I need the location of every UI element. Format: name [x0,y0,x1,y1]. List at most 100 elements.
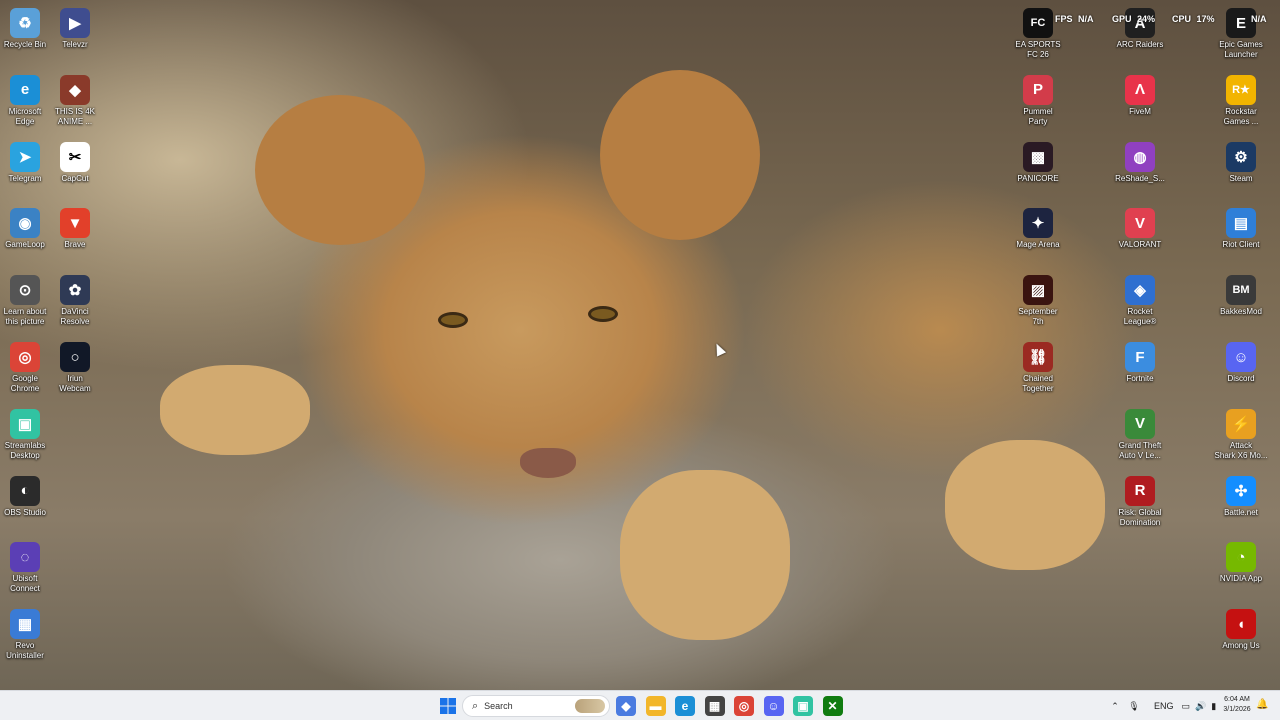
clock[interactable]: 6:04 AM 3/1/2026 [1220,695,1254,715]
desktop-icon-steam[interactable]: ⚙ Steam [1211,141,1271,184]
edge-icon: e [10,74,40,105]
streamlabs-taskbar-icon[interactable]: ▣ [793,696,813,716]
risk-icon: R [1125,475,1155,506]
microphone-icon[interactable]: 🎙 [1128,701,1140,712]
desktop-icon-risk[interactable]: R Risk: Global Domination [1110,475,1170,528]
desktop-icon-attack-shark[interactable]: ⚡ Attack Shark X6 Mo... [1211,408,1271,461]
desktop-icon-rockstar[interactable]: R★ Rockstar Games ... [1211,74,1271,127]
chrome-taskbar-icon[interactable]: ◎ [734,696,754,716]
desktop-icon-label: Battle.net [1224,507,1258,517]
desktop-icon-label: NVIDIA App [1219,574,1263,584]
search-icon: ⌕ [472,699,479,712]
start-button[interactable] [438,696,458,716]
desktop-icon-label: THIS IS 4K ANIME ... [54,106,95,126]
lion-left-eye [438,312,468,328]
taskbar-search[interactable]: ⌕ Search [462,695,610,717]
desktop-icon-televzr[interactable]: ▶ Televzr [45,8,105,50]
brave-icon: ▼ [60,208,90,239]
lion-right-paw [620,470,790,640]
show-hidden-icons-button[interactable]: ⌃ [1108,701,1122,712]
desktop-icon-bakkesmod[interactable]: BM BakkesMod [1211,275,1271,317]
desktop-icon-reshade[interactable]: ◍ ReShade_S... [1110,141,1170,184]
desktop-icon-discord[interactable]: ☺ Discord [1211,342,1271,384]
rockstar-icon: R★ [1226,74,1256,105]
desktop-icon-fortnite[interactable]: F Fortnite [1110,342,1170,384]
store-icon[interactable]: ▦ [704,696,725,716]
desktop-icon-valorant[interactable]: V VALORANT [1110,208,1170,250]
fps-value: N/A [1078,14,1094,24]
desktop-icon-label: OBS Studio [4,507,46,517]
desktop-icon-anime-folder[interactable]: ◆ THIS IS 4K ANIME ... [45,74,105,127]
desktop-icon-riot-client[interactable]: ▤ Riot Client [1211,208,1271,250]
desktop-icon-label: Rocket League® [1123,307,1157,327]
desktop-icon-streamlabs[interactable]: ▣ Streamlabs Desktop [0,408,55,461]
cpu-label: CPU [1172,14,1192,24]
desktop-icon-battlenet[interactable]: ✣ Battle.net [1211,475,1271,518]
gpu-label: GPU [1112,14,1132,24]
edge-taskbar-icon[interactable]: e [675,696,695,716]
desktop-icon-ubisoft[interactable]: ◌ Ubisoft Connect [0,542,55,594]
recycle-bin-icon: ♻ [10,8,40,38]
capcut-icon: ✂ [60,141,90,172]
language-indicator[interactable]: ENG [1154,701,1174,711]
desktop-icon-rocket-league[interactable]: ◈ Rocket League® [1110,275,1170,327]
desktop-icon-label: Discord [1227,374,1255,383]
search-highlight-icon [575,699,605,713]
desktop-icon-september-7th[interactable]: ▨ September 7th [1008,275,1068,327]
discord-icon: ☺ [1226,342,1256,372]
televzr-icon: ▶ [60,8,90,38]
desktop-icon-label: Televzr [62,40,88,49]
taskbar: ⌕ Search ◆ ▬ e ▦ ◎ ☺ ▣ ✕ ⌃ 🎙 ENG ▭ 🔊 ▮ 6:04 AM … [0,690,1280,720]
desktop-icon-label: ReShade_S... [1115,173,1165,183]
desktop-icon-label: EA SPORTS FC 26 [1015,40,1061,59]
desktop-icon-pummel-party[interactable]: P Pummel Party [1008,74,1068,127]
desktop-icon-obs[interactable]: ◐ OBS Studio [0,475,55,518]
desktop-icon-label: ARC Raiders [1116,40,1164,49]
copilot-icon[interactable]: ◆ [616,696,636,716]
pummel-party-icon: P [1023,74,1053,105]
file-explorer-icon[interactable]: ▬ [645,696,666,716]
nvidia-icon: ◔ [1226,542,1256,573]
discord-taskbar-icon[interactable]: ☺ [763,696,784,716]
desktop-icon-among-us[interactable]: ◖ Among Us [1211,609,1271,651]
desktop-icon-label: Among Us [1222,641,1260,651]
gta-v-icon: V [1125,408,1155,439]
desktop-icon-nvidia[interactable]: ◔ NVIDIA App [1211,542,1271,584]
streamlabs-icon: ▣ [10,408,40,439]
lion-right-ear [600,70,760,240]
battlenet-icon: ✣ [1226,475,1256,506]
xbox-icon[interactable]: ✕ [822,696,843,716]
desktop-icon-label: Mage Arena [1016,240,1060,250]
desktop-icon-revo-uninstaller[interactable]: ▦ Revo Uninstaller [0,609,55,661]
desktop-icon-fivem[interactable]: Λ FiveM [1110,74,1170,117]
desktop-icon-davinci-resolve[interactable]: ✿ DaVinci Resolve [45,275,105,327]
desktop-icon-label: Revo Uninstaller [6,641,44,661]
gpu-value: 24% [1137,14,1156,24]
panicore-icon: ▩ [1023,141,1053,172]
desktop-icon-label: DaVinci Resolve [60,307,90,327]
chained-together-icon: ⛓ [1023,342,1053,372]
volume-icon[interactable]: 🔊 [1195,701,1206,712]
mage-arena-icon: ✦ [1023,208,1053,239]
extra-value: N/A [1251,14,1267,24]
desktop-icon-label: CapCut [61,173,89,183]
desktop-icon-capcut[interactable]: ✂ CapCut [45,141,105,184]
iriun-webcam-icon: ○ [60,342,90,372]
ubisoft-icon: ◌ [10,542,40,573]
desktop-icon-label: FiveM [1129,106,1151,116]
desktop-icon-iriun-webcam[interactable]: ○ Iriun Webcam [45,342,105,394]
desktop-icon-brave[interactable]: ▼ Brave [45,208,105,250]
desktop-icon-chained-together[interactable]: ⛓ Chained Together [1008,342,1068,394]
network-icon[interactable]: ▭ [1182,701,1191,712]
desktop-icon-label: Attack Shark X6 Mo... [1214,440,1268,460]
desktop-icon-gta-v[interactable]: V Grand Theft Auto V Le... [1110,408,1170,461]
cpu-value: 17% [1196,14,1215,24]
learn-about-picture-icon: ⊙ [10,275,40,306]
battery-icon[interactable]: ▮ [1211,701,1216,712]
desktop-icon-mage-arena[interactable]: ✦ Mage Arena [1008,208,1068,250]
notification-bell-icon[interactable]: 🔔 [1256,699,1268,710]
fivem-icon: Λ [1125,74,1155,105]
desktop-icon-panicore[interactable]: ▩ PANICORE [1008,141,1068,184]
desktop-icon-label: Fortnite [1126,374,1154,383]
desktop-icon-label: Chained Together [1022,374,1054,393]
